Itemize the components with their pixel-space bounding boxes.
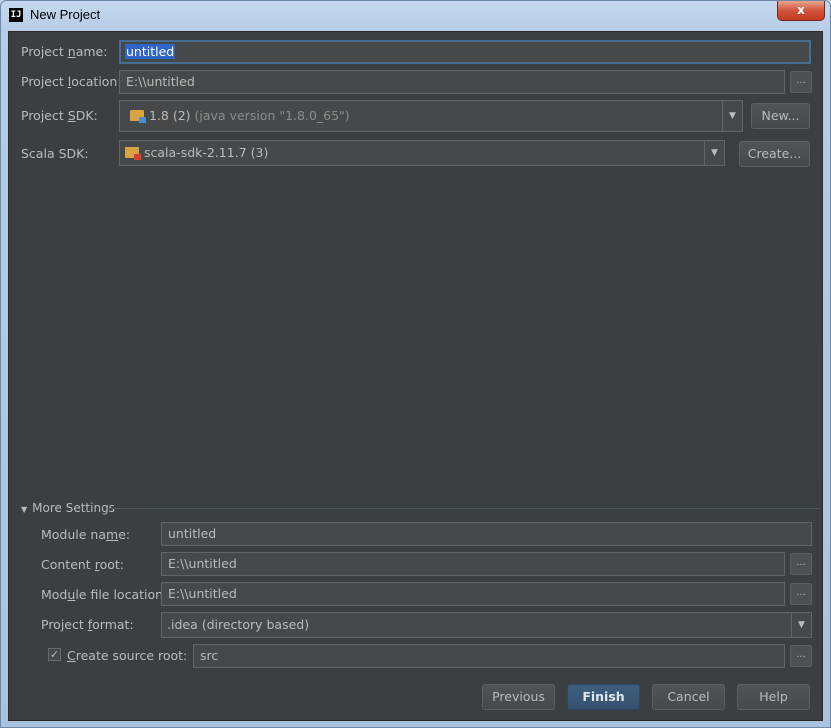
content-root-label: Content root: [41,557,124,572]
project-format-dropdown[interactable]: .idea (directory based) ▼ [161,612,812,638]
project-location-input[interactable]: E:\\untitled [119,70,785,94]
module-file-location-browse-button[interactable]: ... [790,583,812,605]
content-root-browse-button[interactable]: ... [790,553,812,575]
project-format-label: Project format: [41,617,134,632]
collapse-triangle-icon: ▼ [21,505,28,514]
finish-button[interactable]: Finish [567,684,640,710]
project-name-value: untitled [125,44,176,59]
new-project-window: IJ New Project x Project name: untitled … [0,0,831,728]
scala-sdk-value: scala-sdk-2.11.7 (3) [144,145,269,160]
project-sdk-dropdown[interactable]: 1.8 (2) (java version "1.8.0_65") ▼ [119,100,743,132]
scala-sdk-dropdown[interactable]: scala-sdk-2.11.7 (3) ▼ [119,140,725,166]
more-settings-separator [109,508,819,509]
title-bar[interactable]: IJ New Project x [1,1,830,31]
project-name-label: Project name: [21,44,108,59]
project-sdk-value: 1.8 (2) [149,108,191,123]
folder-icon [130,110,146,123]
source-root-input[interactable]: src [193,644,785,668]
new-sdk-button[interactable]: New... [751,103,810,129]
module-file-location-input[interactable]: E:\\untitled [161,582,785,606]
create-scala-sdk-button[interactable]: Create... [739,141,810,167]
project-format-value: .idea (directory based) [167,617,310,632]
scala-sdk-label: Scala SDK: [21,146,89,161]
intellij-app-icon: IJ [9,8,23,22]
project-location-browse-button[interactable]: ... [790,71,812,93]
dialog-content: Project name: untitled Project location:… [8,31,823,721]
content-root-input[interactable]: E:\\untitled [161,552,785,576]
folder-icon [125,147,141,160]
create-source-root-label[interactable]: Create source root: [67,648,187,663]
checkmark-icon: ✓ [49,648,60,661]
project-sdk-detail: (java version "1.8.0_65") [194,108,350,123]
cancel-button[interactable]: Cancel [652,684,725,710]
help-button[interactable]: Help [737,684,810,710]
previous-button[interactable]: Previous [482,684,555,710]
source-root-browse-button[interactable]: ... [790,645,812,667]
project-location-label: Project location: [21,74,122,89]
project-name-input[interactable]: untitled [119,40,811,64]
create-source-root-checkbox[interactable]: ✓ [48,648,61,661]
module-name-input[interactable]: untitled [161,522,812,546]
project-sdk-label: Project SDK: [21,108,98,123]
more-settings-toggle[interactable]: ▼ More Settings [21,501,115,515]
chevron-down-icon[interactable]: ▼ [791,613,811,637]
close-button[interactable]: x [777,1,825,21]
module-name-label: Module name: [41,527,131,542]
chevron-down-icon[interactable]: ▼ [722,101,742,131]
module-file-location-label: Module file location: [41,587,168,602]
window-title: New Project [30,7,101,22]
chevron-down-icon[interactable]: ▼ [704,141,724,165]
